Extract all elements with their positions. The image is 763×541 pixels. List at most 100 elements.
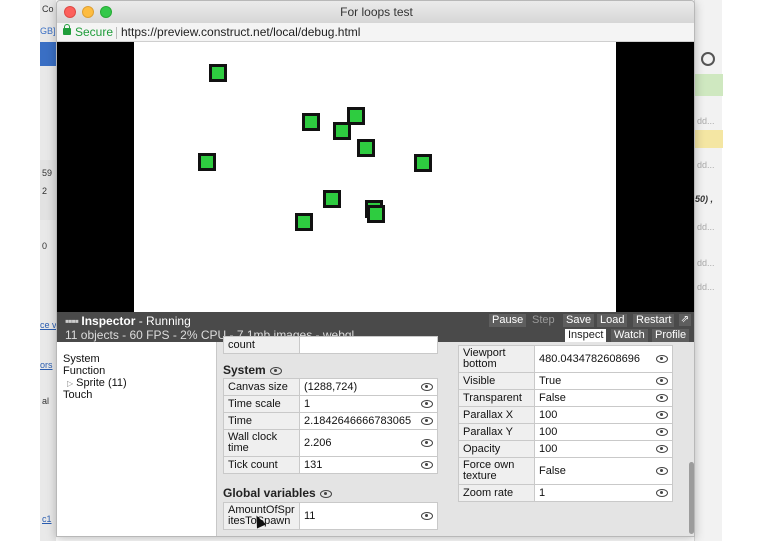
eye-icon[interactable] bbox=[269, 366, 282, 375]
background-app-left: Co GB] 59 2 0 ce v ors al c1 bbox=[40, 0, 57, 541]
table-row: Visible True bbox=[458, 372, 673, 390]
property-value[interactable]: (1288,724) bbox=[299, 378, 438, 396]
background-text: 59 bbox=[42, 168, 53, 178]
partial-property-table: count bbox=[223, 336, 438, 354]
eye-icon[interactable] bbox=[319, 489, 332, 498]
background-text: al bbox=[42, 396, 50, 406]
eye-icon[interactable] bbox=[421, 383, 433, 391]
property-value[interactable]: 1 bbox=[299, 395, 438, 413]
sprite-instance bbox=[302, 113, 320, 131]
save-button[interactable]: Save bbox=[563, 314, 595, 327]
property-value[interactable]: True bbox=[534, 372, 673, 390]
tree-item-function[interactable]: Function bbox=[63, 365, 105, 377]
tab-inspect[interactable]: Inspect bbox=[565, 329, 607, 342]
eye-icon[interactable] bbox=[421, 417, 433, 425]
background-text: 2 bbox=[42, 186, 48, 196]
eye-icon[interactable] bbox=[656, 411, 668, 419]
property-key: Opacity bbox=[458, 440, 535, 458]
step-button[interactable]: Step bbox=[529, 314, 558, 327]
background-blue-bar bbox=[40, 42, 56, 66]
property-value-text: True bbox=[539, 375, 562, 387]
sprite-instance bbox=[367, 205, 385, 223]
tree-item-system[interactable]: System bbox=[63, 353, 100, 365]
eye-icon[interactable] bbox=[656, 394, 668, 402]
section-title: Global variables bbox=[223, 486, 316, 500]
sprite-instance bbox=[323, 190, 341, 208]
property-value-text: 1 bbox=[539, 487, 546, 499]
property-value[interactable]: 2.1842646666783065 bbox=[299, 412, 438, 430]
property-value-text: (1288,724) bbox=[304, 381, 358, 393]
background-link: c1 bbox=[42, 514, 52, 524]
eye-icon[interactable] bbox=[656, 467, 668, 475]
property-value[interactable]: False bbox=[534, 389, 673, 407]
property-value-text: 131 bbox=[304, 459, 323, 471]
property-value-text: 100 bbox=[539, 443, 558, 455]
table-row: Parallax X 100 bbox=[458, 406, 673, 424]
property-value[interactable]: 11 bbox=[299, 502, 438, 530]
tab-watch[interactable]: Watch bbox=[611, 329, 648, 342]
tab-profile[interactable]: Profile bbox=[652, 329, 690, 342]
title-bar: For loops test bbox=[57, 1, 694, 23]
property-value[interactable]: 100 bbox=[534, 423, 673, 441]
eye-icon[interactable] bbox=[421, 439, 433, 447]
property-key: Parallax X bbox=[458, 406, 535, 424]
property-key: Force own texture bbox=[458, 457, 535, 485]
game-canvas[interactable] bbox=[134, 42, 616, 312]
eye-icon[interactable] bbox=[656, 445, 668, 453]
restart-button[interactable]: Restart bbox=[633, 314, 675, 327]
background-link: ors bbox=[40, 360, 53, 370]
table-row: Time scale 1 bbox=[223, 395, 438, 413]
property-value[interactable]: 1 bbox=[534, 484, 673, 502]
tree-item-sprite[interactable]: ▷ Sprite (11) bbox=[67, 377, 127, 389]
eye-icon[interactable] bbox=[421, 461, 433, 469]
property-value[interactable]: False bbox=[534, 457, 673, 485]
pause-button[interactable]: Pause bbox=[489, 314, 527, 327]
url-separator bbox=[116, 27, 117, 39]
eye-icon[interactable] bbox=[656, 377, 668, 385]
scrollbar-thumb[interactable] bbox=[689, 462, 694, 534]
background-text: Co bbox=[42, 4, 54, 14]
system-section-header: System bbox=[223, 363, 282, 377]
inspector-title: ▪▪▪▪ Inspector - Running bbox=[65, 314, 191, 328]
popout-icon[interactable]: ⇗ bbox=[679, 314, 691, 326]
background-text: dd... bbox=[697, 160, 715, 170]
property-key: count bbox=[223, 336, 300, 354]
table-row: Wall clock time 2.206 bbox=[223, 429, 438, 457]
background-link: ce v bbox=[40, 320, 57, 330]
load-button[interactable]: Load bbox=[597, 314, 628, 327]
property-value[interactable]: 480.0434782608696 bbox=[534, 345, 673, 373]
property-value-text: False bbox=[539, 392, 566, 404]
property-value[interactable]: 2.206 bbox=[299, 429, 438, 457]
sprite-instance bbox=[414, 154, 432, 172]
url-text[interactable]: https://preview.construct.net/local/debu… bbox=[121, 25, 360, 39]
system-properties-table: Canvas size (1288,724) Time scale 1 Time… bbox=[223, 378, 438, 474]
section-title: System bbox=[223, 363, 266, 377]
sprite-instance bbox=[333, 122, 351, 140]
background-yellow-row bbox=[695, 130, 723, 148]
property-value-text: 1 bbox=[304, 398, 311, 410]
eye-icon[interactable] bbox=[421, 400, 433, 408]
property-value-text: 2.1842646666783065 bbox=[304, 415, 412, 427]
property-key: Tick count bbox=[223, 456, 300, 474]
expand-caret-icon[interactable]: ▷ bbox=[67, 379, 73, 388]
global-variables-header: Global variables bbox=[223, 486, 332, 500]
eye-icon[interactable] bbox=[656, 355, 668, 363]
property-value-text: 480.0434782608696 bbox=[539, 352, 640, 365]
table-row: Viewport bottom 480.0434782608696 bbox=[458, 345, 673, 373]
game-viewport[interactable] bbox=[57, 42, 694, 312]
eye-icon[interactable] bbox=[656, 489, 668, 497]
background-text: dd... bbox=[697, 282, 715, 292]
property-value[interactable]: 100 bbox=[534, 440, 673, 458]
property-key: Viewport bottom bbox=[458, 345, 535, 373]
browser-window: For loops test Secure https://preview.co… bbox=[56, 0, 695, 537]
address-bar[interactable]: Secure https://preview.construct.net/loc… bbox=[57, 23, 694, 42]
property-value[interactable]: 131 bbox=[299, 456, 438, 474]
property-value bbox=[299, 336, 438, 354]
property-value[interactable]: 100 bbox=[534, 406, 673, 424]
eye-icon[interactable] bbox=[656, 428, 668, 436]
tree-item-label: Sprite (11) bbox=[76, 377, 127, 389]
object-tree: System Function ▷ Sprite (11) Touch bbox=[57, 342, 217, 536]
eye-icon[interactable] bbox=[421, 512, 433, 520]
tree-item-touch[interactable]: Touch bbox=[63, 389, 92, 401]
property-key: Transparent bbox=[458, 389, 535, 407]
